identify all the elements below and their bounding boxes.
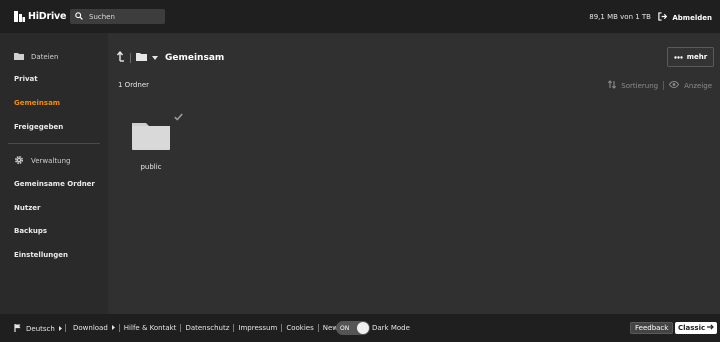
sidebar-heading-label: Dateien (31, 53, 59, 61)
storage-quota: 89,1 MB von 1 TB (589, 13, 651, 21)
item-count: 1 Ordner (118, 81, 150, 89)
breadcrumb: Gemeinsam (116, 50, 225, 64)
sidebar-item-nutzer[interactable]: Nutzer (14, 204, 40, 212)
footer-link-privacy[interactable]: Datenschutz (185, 324, 229, 332)
up-arrow-icon[interactable] (116, 50, 125, 64)
footer-separator (118, 324, 120, 332)
sidebar-item-freigegeben[interactable]: Freigegeben (14, 123, 63, 131)
hidrive-logo[interactable]: HiDrive (14, 11, 66, 22)
arrow-right-icon (707, 324, 715, 332)
main-content: Gemeinsam mehr 1 Ordner Sortierung Anzei… (108, 33, 720, 314)
dropdown-caret-icon[interactable] (152, 54, 158, 62)
caret-right-icon (58, 325, 62, 333)
footer: Deutsch Download Hilfe & Kontakt Datensc… (0, 314, 720, 342)
breadcrumb-separator (130, 52, 131, 63)
sidebar-item-privat[interactable]: Privat (14, 75, 38, 83)
flag-icon (14, 324, 22, 334)
sort-icon[interactable] (608, 80, 617, 91)
folder-icon (136, 52, 147, 63)
sidebar-item-einstellungen[interactable]: Einstellungen (14, 251, 68, 259)
logout-icon (658, 12, 668, 23)
sidebar-heading-files[interactable]: Dateien (14, 52, 58, 62)
feedback-label: Feedback (635, 324, 669, 332)
toolbar-separator (663, 81, 665, 90)
toggle-state: ON (340, 324, 350, 332)
sidebar-heading-label: Verwaltung (31, 157, 71, 165)
sidebar-heading-admin[interactable]: Verwaltung (14, 155, 70, 167)
folder-icon (14, 52, 24, 62)
classic-button[interactable]: Classic (675, 322, 718, 334)
view-button[interactable]: Anzeige (684, 82, 712, 90)
footer-separator (281, 324, 283, 332)
footer-separator (233, 324, 235, 332)
footer-separator (317, 324, 319, 332)
search-input[interactable]: Suchen (70, 9, 165, 24)
language-selector[interactable]: Deutsch (14, 324, 62, 334)
footer-separator (180, 324, 182, 332)
footer-links: Download Hilfe & Kontakt Datenschutz Imp… (73, 324, 342, 332)
logout-button[interactable]: Abmelden (658, 12, 712, 23)
hidrive-logo-icon (14, 11, 25, 22)
current-folder-title: Gemeinsam (165, 52, 225, 63)
feedback-button[interactable]: Feedback (630, 322, 674, 334)
footer-link-imprint[interactable]: Impressum (238, 324, 277, 332)
more-dots-icon (674, 53, 683, 61)
footer-link-download[interactable]: Download (73, 324, 108, 332)
check-icon[interactable] (174, 113, 183, 123)
footer-link-cookies[interactable]: Cookies (286, 324, 313, 332)
sidebar-item-gemeinsame-ordner[interactable]: Gemeinsame Ordner (14, 180, 95, 188)
top-bar: HiDrive Suchen 89,1 MB von 1 TB Abmelden (0, 0, 720, 33)
footer-separator (65, 324, 66, 332)
caret-right-icon (111, 324, 115, 332)
dark-mode-toggle[interactable]: ON (336, 321, 370, 335)
logout-label: Abmelden (672, 13, 712, 22)
language-label: Deutsch (26, 325, 55, 333)
folder-icon (128, 123, 174, 157)
sidebar-item-backups[interactable]: Backups (14, 227, 47, 235)
view-toolbar: Sortierung Anzeige (608, 80, 712, 91)
sidebar-item-gemeinsam[interactable]: Gemeinsam (14, 99, 60, 107)
logo-text: HiDrive (28, 11, 67, 22)
search-icon (75, 11, 83, 22)
more-label: mehr (686, 53, 708, 61)
dark-mode-label: Dark Mode (372, 324, 410, 332)
folder-name: public (140, 163, 162, 171)
more-button[interactable]: mehr (667, 47, 714, 67)
toggle-knob (357, 322, 369, 334)
classic-label: Classic (678, 324, 706, 332)
sidebar: Dateien Privat Gemeinsam Freigegeben Ver… (0, 33, 108, 314)
folder-item-public[interactable]: public (128, 115, 174, 177)
search-placeholder: Suchen (89, 12, 115, 21)
eye-icon[interactable] (669, 80, 680, 90)
sort-button[interactable]: Sortierung (621, 82, 658, 90)
gear-icon (14, 155, 24, 167)
sidebar-divider (8, 143, 100, 144)
footer-link-help[interactable]: Hilfe & Kontakt (124, 324, 177, 332)
